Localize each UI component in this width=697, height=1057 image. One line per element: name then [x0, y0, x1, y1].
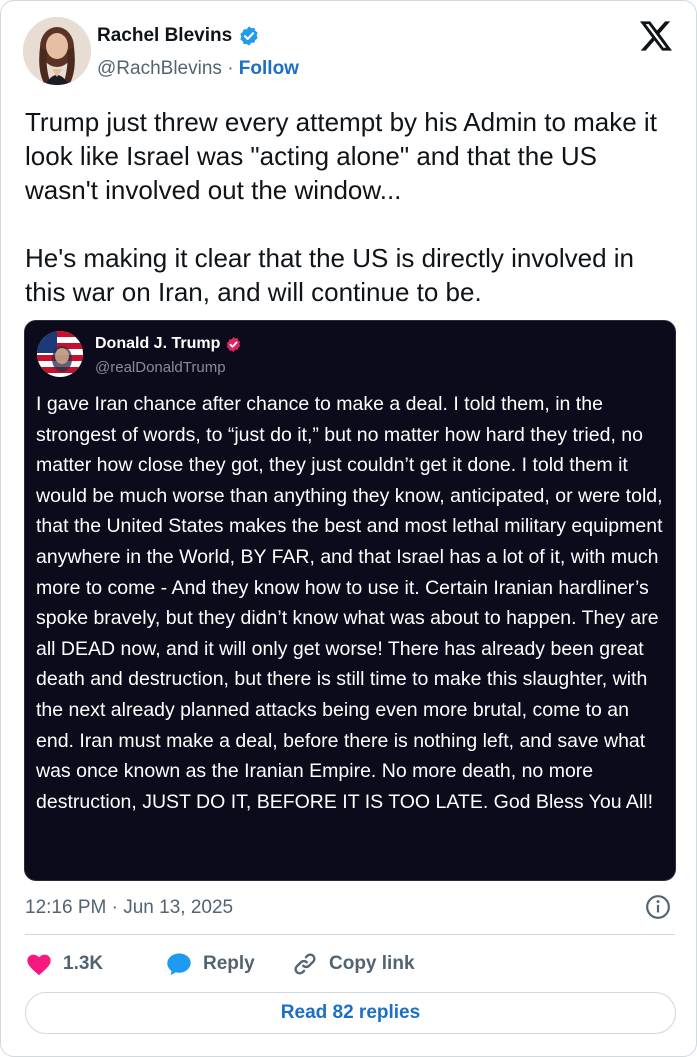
copy-link-label: Copy link [329, 953, 415, 974]
reply-bubble-icon [167, 953, 191, 976]
verified-badge-icon [227, 336, 241, 352]
embedded-post-image[interactable]: Donald J. Trump @realDonaldTrump I gave … [24, 320, 676, 881]
like-count: 1.3K [63, 953, 104, 974]
tweet-text: Trump just threw every attempt by his Ad… [25, 107, 657, 307]
author-handle-row: @RachBlevins · Follow [97, 58, 299, 80]
x-logo-icon[interactable] [640, 21, 672, 51]
follow-button[interactable]: Follow [239, 58, 299, 79]
embedded-author-handle: @realDonaldTrump [95, 359, 226, 376]
author-avatar[interactable] [23, 17, 91, 85]
tweet-card: Rachel Blevins @RachBlevins · Follow Tru… [0, 0, 697, 1057]
verified-badge-icon [240, 26, 258, 46]
info-icon[interactable] [645, 894, 671, 920]
divider [25, 934, 675, 935]
handle-separator: · [227, 58, 234, 79]
reply-button[interactable]: Reply [165, 950, 291, 978]
author-handle[interactable]: @RachBlevins [97, 58, 222, 79]
like-button[interactable]: 1.3K [25, 950, 165, 978]
copy-link-button[interactable]: Copy link [291, 950, 415, 978]
heart-icon [27, 954, 51, 976]
action-bar: 1.3K Reply Copy link [25, 948, 415, 980]
reply-label: Reply [203, 953, 255, 974]
read-replies-button[interactable]: Read 82 replies [25, 992, 676, 1034]
tweet-timestamp[interactable]: 12:16 PM · Jun 13, 2025 [25, 897, 233, 919]
link-icon [294, 953, 316, 975]
embedded-post-text: I gave Iran chance after chance to make … [36, 393, 663, 813]
embedded-author-name: Donald J. Trump [95, 335, 221, 352]
embedded-author-avatar [37, 331, 83, 377]
author-name[interactable]: Rachel Blevins [97, 25, 232, 47]
